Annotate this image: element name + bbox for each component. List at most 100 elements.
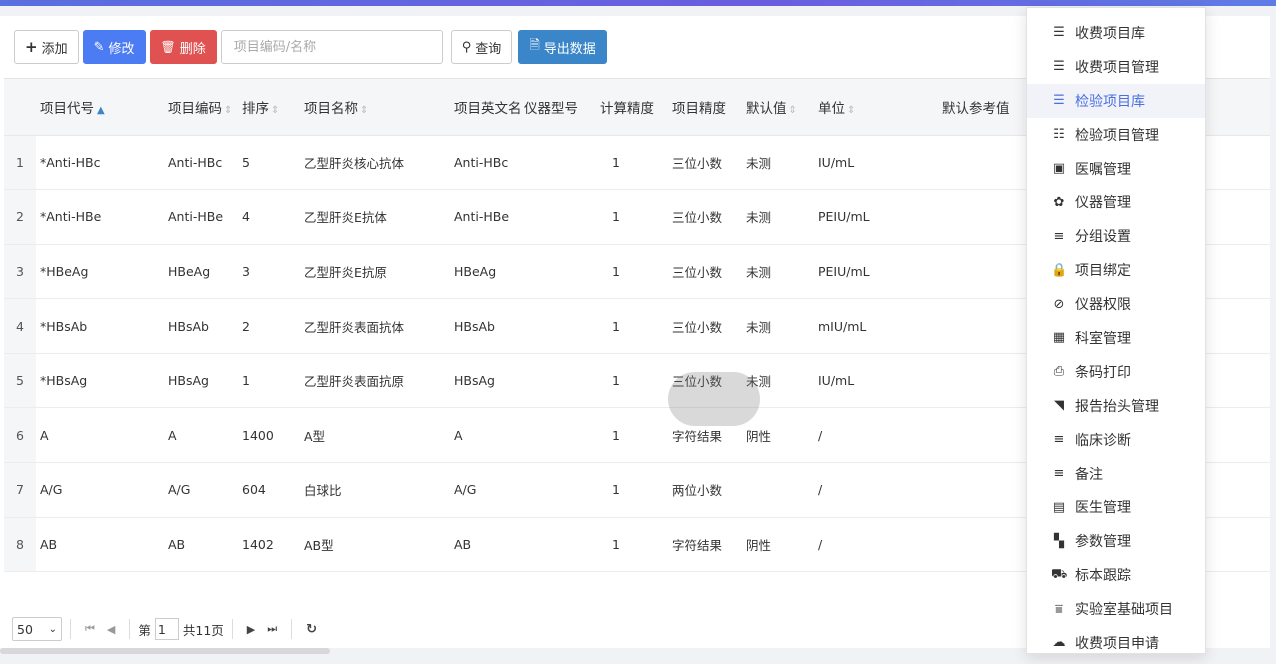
search-icon: ⚲ xyxy=(461,39,472,55)
add-button[interactable]: + 添加 xyxy=(14,30,79,64)
header-index xyxy=(4,79,36,136)
page-size-select[interactable]: 50 ⌄ xyxy=(12,617,62,641)
list-icon: ☰ xyxy=(1053,93,1065,109)
page-input[interactable]: 1 xyxy=(154,618,179,640)
row-index: 1 xyxy=(4,135,36,191)
cell-name: 乙型肝炎表面抗体 xyxy=(300,298,450,354)
prev-page-icon[interactable]: ◀ xyxy=(101,623,121,636)
cell-unit: / xyxy=(814,517,938,573)
menu-item-2[interactable]: ☰ 检验项目库 xyxy=(1027,83,1205,118)
cell-unit: PEIU/mL xyxy=(814,244,938,300)
header-code[interactable]: 项目代号 ▲ xyxy=(36,79,164,136)
page-prefix: 第 xyxy=(138,622,151,638)
menu-item-label: 标本跟踪 xyxy=(1075,568,1131,585)
search-input[interactable] xyxy=(220,30,443,64)
building-icon: ▦ xyxy=(1052,330,1066,346)
menu-item-label: 收费项目管理 xyxy=(1075,59,1159,76)
pagination: 50 ⌄ ⏮ ◀ 第 1 共11页 ▶ ⏭ ↻ xyxy=(12,614,323,644)
menu-item-17[interactable]: ⩸ 实验室基础项目 xyxy=(1027,592,1205,626)
cell-name: 乙型肝炎E抗体 xyxy=(300,189,450,245)
file-icon: 🗎 xyxy=(529,38,540,53)
cell-unit: / xyxy=(814,462,938,518)
header-unit[interactable]: 单位 ⇕ xyxy=(814,79,938,136)
bars-icon: ≡ xyxy=(1053,466,1065,482)
menu-item-18[interactable]: ☁ 收费项目申请 xyxy=(1027,626,1205,660)
sort-asc-icon: ▲ xyxy=(97,104,105,116)
cell-code: A/G xyxy=(36,462,164,518)
menu-item-7[interactable]: 🔒 项目绑定 xyxy=(1027,253,1205,287)
menu-item-13[interactable]: ≡ 备注 xyxy=(1027,457,1205,491)
medkit-icon: ▣ xyxy=(1052,161,1066,176)
menu-item-12[interactable]: ≡ 临床诊断 xyxy=(1027,423,1205,457)
cell-jd: 1 xyxy=(596,407,668,464)
menu-item-1[interactable]: ☰ 收费项目管理 xyxy=(1027,50,1205,84)
cloud-upload-icon: ☁ xyxy=(1052,635,1066,651)
tag-icon: ◥ xyxy=(1054,398,1064,414)
menu-item-label: 报告抬头管理 xyxy=(1075,398,1159,415)
cell-sort: 604 xyxy=(238,462,300,518)
stack-icon: ⩸ xyxy=(1055,601,1063,617)
edit-button[interactable]: ✎ 修改 xyxy=(82,30,146,64)
menu-item-9[interactable]: ▦ 科室管理 xyxy=(1027,321,1205,355)
cell-jd: 1 xyxy=(596,189,668,245)
menu-item-label: 项目绑定 xyxy=(1075,263,1131,280)
divider xyxy=(129,619,131,639)
header-item-precision[interactable]: 项目精度 xyxy=(668,79,742,136)
cell-sort: 2 xyxy=(238,298,300,354)
menu-item-14[interactable]: ▤ 医生管理 xyxy=(1027,490,1205,524)
cell-bm: HBsAg xyxy=(164,353,238,409)
truck-icon: ⛟ xyxy=(1051,566,1068,582)
header-name[interactable]: 项目名称 ⇕ xyxy=(300,79,450,136)
header-sort[interactable]: 排序 ⇕ xyxy=(238,79,300,136)
cell-en: HBsAg xyxy=(450,353,596,409)
row-index: 4 xyxy=(4,298,36,354)
header-en-name[interactable]: 项目英文名 仪器型号 xyxy=(450,79,596,136)
cell-en: Anti-HBc xyxy=(450,135,596,191)
menu-item-6[interactable]: ≡ 分组设置 xyxy=(1027,219,1205,253)
export-button[interactable]: 🗎 导出数据 xyxy=(518,30,607,64)
delete-button[interactable]: 🗑 删除 xyxy=(149,30,217,64)
menu-item-5[interactable]: ✿ 仪器管理 xyxy=(1027,185,1205,219)
header-default[interactable]: 默认值 ⇕ xyxy=(742,79,814,136)
cell-code: *Anti-HBe xyxy=(36,189,164,245)
id-card-icon: ▤ xyxy=(1052,499,1066,515)
cell-code: AB xyxy=(36,517,164,573)
last-page-icon[interactable]: ⏭ xyxy=(261,622,283,636)
cell-bm: Anti-HBc xyxy=(164,135,238,191)
plus-icon: + xyxy=(25,38,38,56)
cell-sort: 5 xyxy=(238,135,300,191)
header-bm[interactable]: 项目编码 ⇕ xyxy=(164,79,238,136)
cell-bm: A/G xyxy=(164,462,238,518)
cell-code: A xyxy=(36,407,164,464)
cell-xmjd: 两位小数 xyxy=(668,462,742,518)
query-button[interactable]: ⚲ 查询 xyxy=(450,30,513,64)
first-page-icon[interactable]: ⏮ xyxy=(79,622,101,636)
cell-xmjd: 三位小数 xyxy=(668,135,742,191)
cell-name: AB型 xyxy=(300,517,450,573)
menu-item-15[interactable]: ▚ 参数管理 xyxy=(1027,524,1205,558)
chevron-down-icon: ⌄ xyxy=(48,623,57,635)
ban-icon: ⊘ xyxy=(1053,296,1065,312)
menu-item-4[interactable]: ▣ 医嘱管理 xyxy=(1027,152,1205,186)
sort-icon: ⇕ xyxy=(788,104,797,116)
cell-en: A/G xyxy=(450,462,596,518)
cell-name: A型 xyxy=(300,407,450,464)
menu-item-0[interactable]: ☰ 收费项目库 xyxy=(1027,16,1205,50)
trash-icon: 🗑 xyxy=(160,40,176,54)
cell-bm: AB xyxy=(164,517,238,573)
cell-code: *HBeAg xyxy=(36,244,164,300)
cell-unit: PEIU/mL xyxy=(814,189,938,245)
lock-icon: 🔒 xyxy=(1051,262,1068,278)
cell-en: Anti-HBe xyxy=(450,189,596,245)
top-gradient-bar xyxy=(0,0,1276,6)
menu-item-3[interactable]: ☷ 检验项目管理 xyxy=(1027,118,1205,152)
horizontal-scrollbar[interactable] xyxy=(0,648,330,654)
menu-item-16[interactable]: ⛟ 标本跟踪 xyxy=(1027,558,1205,592)
menu-item-11[interactable]: ◥ 报告抬头管理 xyxy=(1027,389,1205,423)
menu-item-label: 医嘱管理 xyxy=(1075,161,1131,178)
menu-item-8[interactable]: ⊘ 仪器权限 xyxy=(1027,287,1205,321)
next-page-icon[interactable]: ▶ xyxy=(241,623,261,636)
menu-item-10[interactable]: ⎙ 条码打印 xyxy=(1027,355,1205,389)
header-calc-precision[interactable]: 计算精度 xyxy=(596,79,668,136)
refresh-icon[interactable]: ↻ xyxy=(300,622,323,637)
